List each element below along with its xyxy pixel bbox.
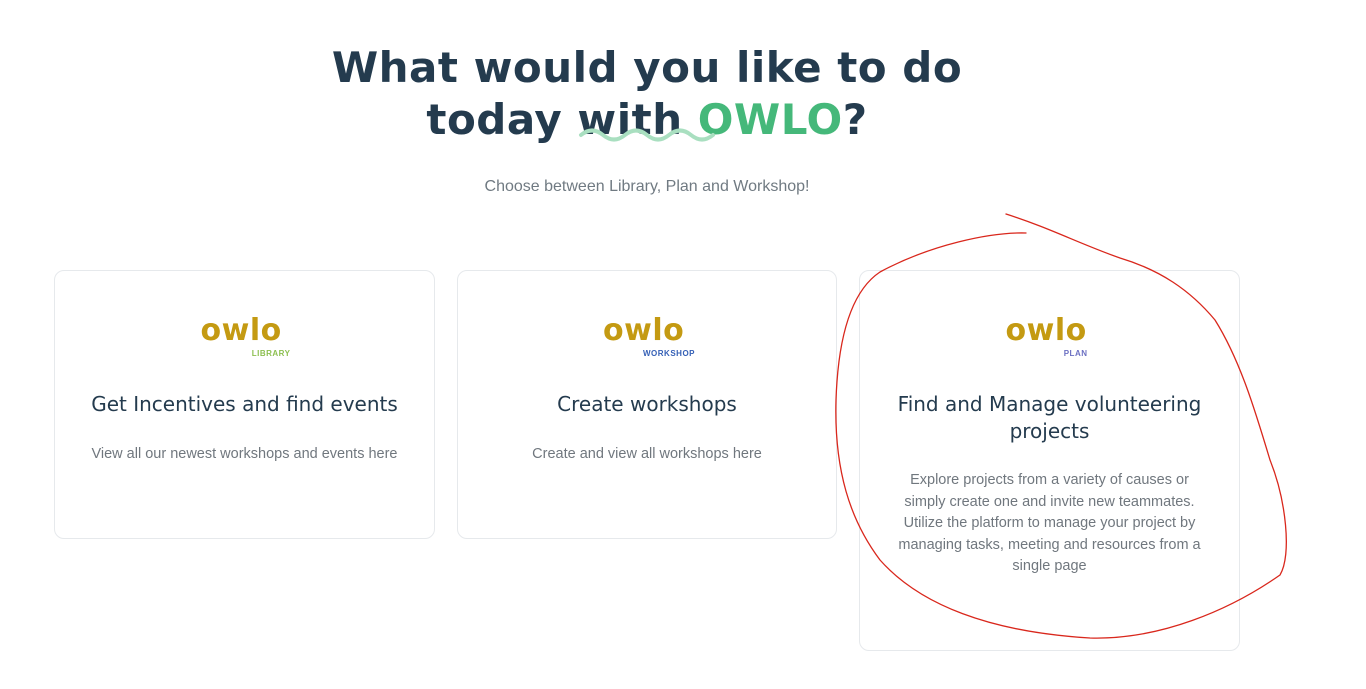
owlo-selection-page: What would you like to do today with OWL… [0,0,1366,689]
card-title: Get Incentives and find events [91,392,398,416]
logo-sublabel: LIBRARY [251,349,291,358]
card-description: View all our newest workshops and events… [91,446,398,462]
library-card[interactable]: owlo LIBRARY Get Incentives and find eve… [54,270,435,539]
page-subtitle: Choose between Library, Plan and Worksho… [484,178,810,195]
logo-wordmark: owlo [200,313,282,348]
owlo-plan-logo: owlo PLAN [990,313,1110,363]
owlo-library-logo: owlo LIBRARY [185,313,305,363]
card-description: Explore projects from a variety of cause… [898,472,1201,574]
card-description: Create and view all workshops here [532,446,762,462]
title-question-mark: ? [842,95,868,145]
plan-card[interactable]: owlo PLAN Find and Manage volunteering p… [859,270,1240,651]
logo-sublabel: WORKSHOP [643,349,695,358]
card-title: Create workshops [557,392,737,416]
logo-wordmark: owlo [1005,313,1087,348]
title-brand-owlo: OWLO [697,95,843,145]
owlo-workshop-logo: owlo WORKSHOP [587,313,707,363]
wavy-underline-icon [579,128,715,142]
logo-sublabel: PLAN [1063,349,1088,358]
title-line-1: What would you like to do [331,43,963,93]
logo-wordmark: owlo [603,313,685,348]
card-title: Find and Manage volunteering projects [897,392,1202,443]
workshop-card[interactable]: owlo WORKSHOP Create workshops Create an… [457,270,837,539]
